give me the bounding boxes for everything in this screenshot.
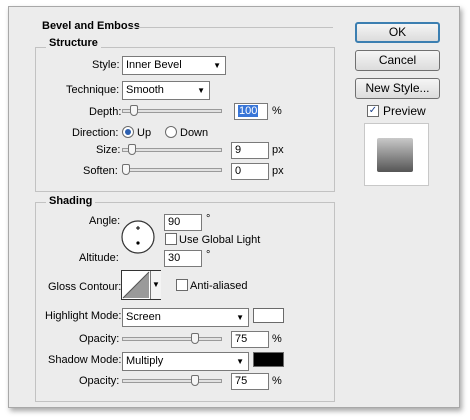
chevron-down-icon: ▼ [197, 86, 205, 95]
soften-unit: px [272, 165, 284, 177]
depth-input[interactable]: 100 [234, 103, 268, 120]
preview-label[interactable]: Preview [383, 104, 426, 118]
use-global-light-label[interactable]: Use Global Light [179, 234, 260, 246]
depth-unit: % [272, 105, 282, 117]
technique-value: Smooth [126, 84, 164, 96]
angle-input[interactable]: 90 [164, 214, 202, 231]
direction-up-label[interactable]: Up [137, 127, 151, 139]
gloss-contour-label: Gloss Contour: [48, 281, 122, 293]
use-global-light-checkbox[interactable] [165, 233, 177, 245]
soften-slider-track[interactable] [122, 168, 222, 172]
style-value: Inner Bevel [126, 59, 182, 71]
highlight-opacity-track[interactable] [122, 337, 222, 341]
soften-value: 0 [235, 165, 242, 177]
preview-swatch [377, 138, 413, 172]
new-style-button[interactable]: New Style... [355, 78, 440, 99]
panel-title: Bevel and Emboss [42, 20, 140, 32]
title-divider [127, 27, 333, 28]
altitude-label: Altitude: [79, 252, 119, 264]
depth-slider-thumb[interactable] [130, 105, 138, 116]
chevron-down-icon[interactable]: ▼ [150, 271, 161, 299]
highlight-opacity-unit: % [272, 333, 282, 345]
angle-value: 90 [168, 216, 181, 228]
angle-dial[interactable] [120, 219, 156, 255]
bevel-emboss-dialog: Bevel and Emboss Structure Style: Inner … [8, 6, 460, 408]
shadow-opacity-unit: % [272, 375, 282, 387]
direction-down-label[interactable]: Down [180, 127, 208, 139]
shadow-opacity-input[interactable]: 75 [231, 373, 269, 390]
shading-header: Shading [46, 195, 96, 207]
size-slider-track[interactable] [122, 148, 222, 152]
shadow-mode-label: Shadow Mode: [48, 354, 122, 366]
shadow-opacity-track[interactable] [122, 379, 222, 383]
preview-box [364, 123, 429, 186]
highlight-color-swatch[interactable] [253, 308, 284, 323]
highlight-opacity-input[interactable]: 75 [231, 331, 269, 348]
style-select[interactable]: Inner Bevel ▼ [122, 56, 226, 75]
altitude-value: 30 [168, 252, 181, 264]
angle-unit: ° [206, 213, 211, 225]
direction-label: Direction: [72, 127, 119, 139]
chevron-down-icon: ▼ [236, 313, 244, 322]
size-value: 9 [235, 144, 242, 156]
altitude-unit: ° [206, 249, 211, 261]
cancel-button[interactable]: Cancel [355, 50, 440, 71]
highlight-mode-label: Highlight Mode: [45, 310, 122, 322]
anti-aliased-checkbox[interactable] [176, 279, 188, 291]
shading-group [35, 202, 335, 402]
style-label: Style: [92, 59, 120, 71]
size-unit: px [272, 144, 284, 156]
anti-aliased-label[interactable]: Anti-aliased [190, 280, 247, 292]
ok-button[interactable]: OK [355, 22, 440, 43]
chevron-down-icon: ▼ [236, 357, 244, 366]
chevron-down-icon: ▼ [213, 61, 221, 70]
direction-down-radio[interactable] [165, 126, 177, 138]
shadow-mode-select[interactable]: Multiply ▼ [122, 352, 249, 371]
highlight-mode-value: Screen [126, 311, 161, 323]
size-slider-thumb[interactable] [128, 144, 136, 155]
size-label: Size: [96, 144, 121, 156]
depth-label: Depth: [89, 106, 122, 118]
shadow-opacity-label: Opacity: [79, 375, 120, 387]
highlight-mode-select[interactable]: Screen ▼ [122, 308, 249, 327]
soften-slider-thumb[interactable] [122, 164, 130, 175]
angle-label: Angle: [89, 215, 121, 227]
soften-label: Soften: [83, 165, 118, 177]
highlight-opacity-value: 75 [235, 333, 248, 345]
contour-preview-icon [122, 271, 150, 299]
structure-header: Structure [46, 37, 101, 49]
highlight-opacity-label: Opacity: [79, 333, 120, 345]
depth-value: 100 [238, 105, 259, 117]
highlight-opacity-thumb[interactable] [191, 333, 199, 344]
direction-up-radio[interactable] [122, 126, 134, 138]
technique-label: Technique: [66, 84, 120, 96]
size-input[interactable]: 9 [231, 142, 269, 159]
shadow-mode-value: Multiply [126, 355, 164, 367]
gloss-contour-picker[interactable]: ▼ [121, 270, 161, 300]
preview-checkbox[interactable]: ✓ [367, 105, 379, 117]
technique-select[interactable]: Smooth ▼ [122, 81, 210, 100]
altitude-input[interactable]: 30 [164, 250, 202, 267]
soften-input[interactable]: 0 [231, 163, 269, 180]
shadow-opacity-thumb[interactable] [191, 375, 199, 386]
shadow-color-swatch[interactable] [253, 352, 284, 367]
shadow-opacity-value: 75 [235, 375, 248, 387]
